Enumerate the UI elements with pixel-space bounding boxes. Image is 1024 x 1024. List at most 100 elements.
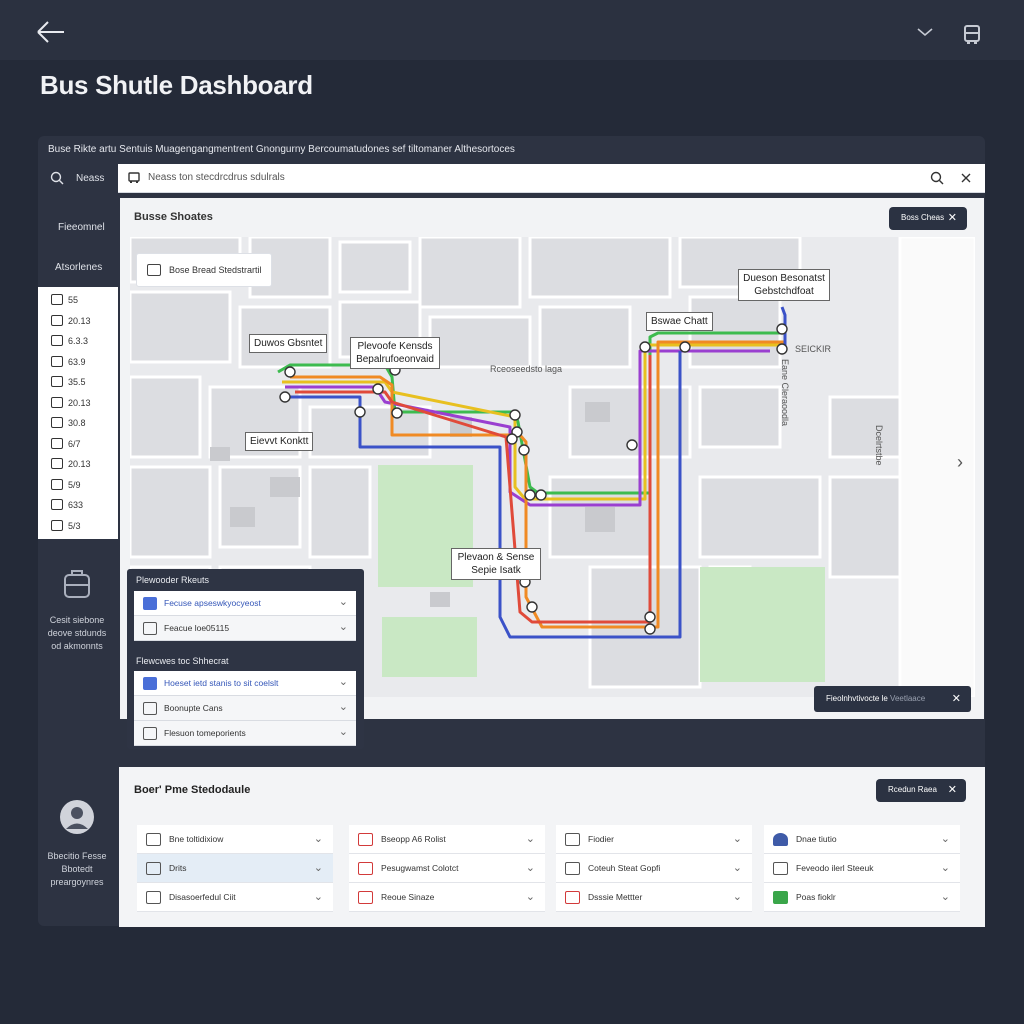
schedule-row[interactable]: Bseopp A6 Rolist ⌄ (349, 825, 545, 854)
chevron-right-icon[interactable]: › (957, 452, 973, 474)
schedule-row[interactable]: Feveodo ilerl Steeuk ⌄ (764, 854, 960, 883)
search-icon (50, 171, 64, 185)
bus-icon[interactable] (958, 20, 986, 48)
chevron-down-icon: ⌄ (732, 891, 742, 903)
grid-icon (51, 417, 63, 428)
schedule-row-label: Disasoerfedul Ciit (169, 892, 236, 902)
schedule-row-label: Drits (169, 863, 187, 873)
route-option-label: Flesuon tomeporients (164, 728, 246, 738)
chevron-down-icon: ⌄ (313, 862, 323, 874)
notification-toast: Fieolnhvtivocte le Veetlaace ✕ (814, 686, 971, 712)
schedule-row[interactable]: Drits ⌄ (137, 854, 333, 883)
bus-icon (51, 437, 63, 449)
bus-icon (147, 264, 161, 276)
chevron-down-icon: ⌄ (732, 833, 742, 845)
sidebar-section-title[interactable]: Fieeomnel (58, 222, 105, 233)
route-option-row[interactable]: Fecuse apseswkyocyeost ⌄ (134, 591, 356, 616)
chevron-down-icon: ⌄ (338, 596, 348, 608)
route-option-row[interactable]: Feacue loe05115 ⌄ (134, 616, 356, 641)
sidebar-item[interactable]: 63.9 (48, 353, 114, 373)
close-icon[interactable] (960, 172, 972, 184)
route-option-label: Boonupte Cans (164, 703, 223, 713)
schedule-row[interactable]: Coteuh Steat Gopfi ⌄ (556, 854, 752, 883)
chart-icon (51, 376, 63, 387)
schedule-row-label: Bne toltidixiow (169, 834, 224, 844)
sidebar-item[interactable]: 5/3 (48, 517, 114, 537)
sidebar-item[interactable]: 30.8 (48, 414, 114, 434)
bus-icon (143, 622, 157, 635)
calendar-icon (51, 314, 63, 326)
check-icon (773, 891, 788, 904)
route-filter-chip[interactable]: Bose Bread Stedstrartil (136, 253, 272, 287)
route-option-row[interactable]: Hoeset ietd stanis to sit coelslt ⌄ (134, 671, 356, 696)
sidebar-item-value: 5/9 (68, 479, 81, 490)
schedule-row[interactable]: Bne toltidixiow ⌄ (137, 825, 333, 854)
schedule-row-label: Dnae tiutio (796, 834, 837, 844)
sidebar-item[interactable]: 6.3.3 (48, 332, 114, 352)
sidebar-item-value: 20.13 (68, 397, 91, 408)
chevron-down-icon: ⌄ (940, 862, 950, 874)
sidebar-item[interactable]: 55 (48, 291, 114, 311)
avatar[interactable] (60, 800, 94, 834)
map-street-label: Dcelrtstbe (874, 425, 884, 466)
schedule-row[interactable]: Reoue Sinaze ⌄ (349, 883, 545, 912)
schedule-row[interactable]: Pesugwamst Colotct ⌄ (349, 854, 545, 883)
sidebar-item-value: 6/7 (68, 438, 81, 449)
chevron-down-icon: ⌄ (940, 891, 950, 903)
sidebar-item-value: 35.5 (68, 377, 86, 387)
sidebar-item[interactable]: 20.13 (48, 312, 114, 332)
schedule-row-label: Coteuh Steat Gopfi (588, 863, 661, 873)
panel-section-title: Plewooder Rkeuts (136, 575, 210, 585)
bus-icon (773, 862, 788, 875)
schedule-row-label: Pesugwamst Colotct (381, 863, 459, 873)
map-stop-label[interactable]: Bswae Chatt (646, 312, 713, 331)
sidebar-item-value: 5/3 (68, 520, 81, 531)
schedule-row[interactable]: Disasoerfedul Ciit ⌄ (137, 883, 333, 912)
sidebar-section-title[interactable]: Atsorlenes (55, 262, 102, 273)
calendar-icon (51, 458, 63, 469)
map-stop-label[interactable]: Plevaon & Sense Sepie Isatk (451, 548, 541, 580)
sidebar-item[interactable]: 633 (48, 496, 114, 516)
back-arrow-icon[interactable] (30, 16, 70, 48)
schedule-row[interactable]: Dnae tiutio ⌄ (764, 825, 960, 854)
chart-icon (51, 478, 63, 490)
sidebar-search-label: Neass (76, 173, 105, 184)
schedule-row-label: Bseopp A6 Rolist (381, 834, 446, 844)
sidebar-item[interactable]: 6/7 (48, 435, 114, 455)
map-close-button[interactable]: Boss Cheas ✕ (889, 207, 967, 230)
chevron-down-icon[interactable] (912, 20, 938, 44)
sidebar-promo-text: Cesit siebone deove stdunds od akmonnts (47, 615, 107, 651)
sidebar-item[interactable]: 35.5 (48, 373, 114, 393)
map-street-label: Rceoseedsto laga (490, 364, 563, 374)
sidebar-item[interactable]: 5/9 (48, 476, 114, 496)
sidebar-search[interactable]: Neass (38, 164, 118, 192)
map-stop-label[interactable]: Plevoofe Kensds Bepalrufoeonvaid (350, 337, 440, 369)
clipboard-icon (51, 396, 63, 408)
sidebar-item-value: 6.3.3 (68, 336, 89, 346)
chevron-down-icon: ⌄ (338, 676, 348, 688)
schedule-row[interactable]: Fiodier ⌄ (556, 825, 752, 854)
route-option-label: Hoeset ietd stanis to sit coelslt (164, 678, 279, 688)
schedule-close-button[interactable]: Rcedun Raea ✕ (876, 779, 966, 802)
close-icon: ✕ (947, 784, 957, 796)
search-input[interactable]: Neass ton stecdrcdrus sdulrals (148, 172, 285, 183)
route-option-label: Feacue loe05115 (164, 623, 230, 633)
route-option-row[interactable]: Boonupte Cans ⌄ (134, 696, 356, 721)
close-icon: ✕ (947, 212, 957, 224)
bus-icon (146, 891, 161, 904)
schedule-row[interactable]: Dsssie Mettter ⌄ (556, 883, 752, 912)
search-icon[interactable] (930, 171, 944, 185)
map-stop-label[interactable]: Dueson Besonatst Gebstchdfoat (738, 269, 830, 301)
sidebar-item[interactable]: 20.13 (48, 394, 114, 414)
list-icon (143, 597, 157, 610)
route-option-row[interactable]: Flesuon tomeporients ⌄ (134, 721, 356, 746)
bus-icon (358, 891, 373, 904)
close-icon[interactable]: ✕ (952, 692, 961, 705)
schedule-column: Bne toltidixiow ⌄ Drits ⌄ Disasoerfedul Ciit… (137, 825, 333, 913)
grid-icon (143, 677, 157, 690)
sidebar-item[interactable]: 20.13 (48, 455, 114, 475)
map-stop-label[interactable]: Eievvt Konktt (245, 432, 314, 451)
schedule-row[interactable]: Poas fioklr ⌄ (764, 883, 960, 912)
map-stop-label[interactable]: Duwos Gbsntet (249, 334, 328, 353)
sidebar-item-value: 633 (68, 500, 84, 510)
